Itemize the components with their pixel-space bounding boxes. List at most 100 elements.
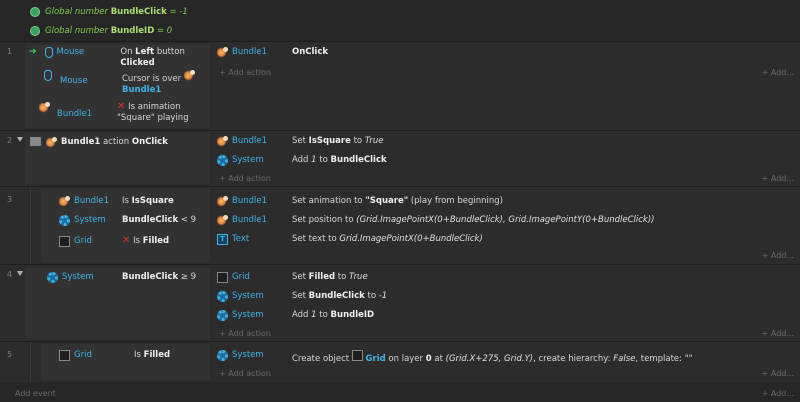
condition-row[interactable]: System BundleClick < 9	[59, 215, 196, 226]
sprite-icon	[39, 102, 50, 113]
event-5[interactable]: 5 Grid Is Filled System Create object Gr…	[0, 341, 800, 382]
condition-text: ✕ Is Filled	[122, 235, 170, 247]
action-row[interactable]: System Add 1 to BundleID	[217, 310, 374, 321]
condition-row[interactable]: Bundle1 ✕ Is animation "Square" playing	[39, 102, 189, 124]
nesting-line	[30, 342, 31, 382]
condition-text: On Left button Clicked	[120, 47, 185, 68]
condition-row[interactable]: Bundle1 Is IsSquare	[59, 196, 174, 207]
condition-row[interactable]: Grid Is Filled	[59, 350, 170, 361]
event-3-conditions[interactable]: Bundle1 Is IsSquare System BundleClick <…	[41, 189, 210, 262]
event-2-actions[interactable]: Bundle1 Set IsSquare to True System Add …	[211, 133, 800, 184]
add-action-link[interactable]: + Add action	[219, 329, 271, 338]
add-more-link[interactable]: + Add...	[762, 251, 794, 260]
text-object-icon: T	[217, 234, 228, 245]
event-3[interactable]: 3 Bundle1 Is IsSquare System BundleClick…	[0, 186, 800, 264]
grid-icon	[59, 236, 70, 247]
add-more-link[interactable]: + Add...	[762, 389, 794, 398]
global-var-label: Global number BundleClick = -1	[45, 7, 188, 17]
action-object: System	[232, 155, 264, 165]
condition-row[interactable]: ➜ Mouse On Left button Clicked	[29, 47, 210, 69]
action-object: Bundle1	[232, 136, 268, 146]
action-object: System	[232, 350, 264, 360]
add-more-link[interactable]: + Add...	[762, 174, 794, 183]
action-text: Set IsSquare to True	[292, 136, 384, 146]
sprite-icon	[183, 70, 195, 81]
action-row[interactable]: Bundle1 OnClick	[217, 47, 328, 58]
event-1-conditions[interactable]: ➜ Mouse On Left button Clicked Mouse Cur…	[25, 44, 210, 128]
condition-text: Cursor is over Bundle1	[122, 70, 195, 96]
gear-icon	[217, 291, 228, 302]
condition-text: BundleClick < 9	[122, 215, 197, 225]
event-5-conditions[interactable]: Grid Is Filled	[41, 344, 210, 380]
function-block-icon	[30, 137, 41, 146]
sprite-icon	[217, 215, 228, 226]
action-row[interactable]: Bundle1 Set IsSquare to True	[217, 136, 383, 147]
event-2[interactable]: 2 Bundle1 action OnClick Bundle1 Set IsS…	[0, 130, 800, 186]
add-more-link[interactable]: + Add...	[762, 68, 794, 77]
add-event-link[interactable]: Add event	[15, 389, 56, 398]
action-row[interactable]: T Text Set text to Grid.ImagePointX(0+Bu…	[217, 234, 483, 245]
add-action-link[interactable]: + Add action	[219, 369, 271, 378]
grid-icon	[351, 350, 363, 361]
nesting-line	[30, 187, 31, 264]
event-4-conditions[interactable]: System BundleClick ≥ 9	[25, 267, 210, 339]
gear-icon	[47, 272, 58, 283]
event-number: 3	[7, 195, 13, 204]
condition-text: Is IsSquare	[122, 196, 174, 206]
event-4-actions[interactable]: Grid Set Filled to True System Set Bundl…	[211, 267, 800, 339]
condition-object: Bundle1	[74, 196, 110, 206]
action-object: System	[232, 310, 264, 320]
grid-icon	[59, 350, 70, 361]
function-header[interactable]: Bundle1 action OnClick	[30, 137, 168, 148]
condition-text: BundleClick ≥ 9	[122, 272, 197, 282]
condition-object: System	[74, 215, 106, 225]
condition-row[interactable]: Mouse Cursor is over Bundle1	[44, 70, 195, 96]
sprite-icon	[59, 196, 70, 207]
action-row[interactable]: Grid Set Filled to True	[217, 272, 368, 283]
global-var-bundleid[interactable]: Global number BundleID = 0	[30, 26, 172, 36]
action-object: System	[232, 291, 264, 301]
action-text: Set text to Grid.ImagePointX(0+BundleCli…	[292, 234, 483, 244]
action-row[interactable]: System Create object Grid on layer 0 at …	[217, 350, 693, 365]
globe-icon	[30, 26, 40, 36]
global-var-bundleclick[interactable]: Global number BundleClick = -1	[30, 7, 188, 17]
collapse-arrow-icon[interactable]	[17, 271, 23, 276]
collapse-arrow-icon[interactable]	[17, 137, 23, 142]
action-row[interactable]: System Add 1 to BundleClick	[217, 155, 387, 166]
event-1[interactable]: 1 ➜ Mouse On Left button Clicked Mouse C…	[0, 41, 800, 130]
action-text: Create object Grid on layer 0 at (Grid.X…	[292, 350, 693, 365]
event-2-conditions[interactable]: Bundle1 action OnClick	[25, 133, 210, 184]
global-var-label: Global number BundleID = 0	[45, 26, 173, 36]
action-object: Bundle1	[232, 47, 268, 57]
gear-icon	[217, 155, 228, 166]
mouse-icon	[44, 47, 53, 58]
event-5-actions[interactable]: System Create object Grid on layer 0 at …	[211, 344, 800, 380]
event-3-actions[interactable]: Bundle1 Set animation to "Square" (play …	[211, 189, 800, 262]
action-row[interactable]: Bundle1 Set position to (Grid.ImagePoint…	[217, 215, 655, 226]
action-object: Grid	[232, 272, 250, 282]
action-row[interactable]: System Set BundleClick to -1	[217, 291, 387, 302]
add-action-link[interactable]: + Add action	[219, 68, 271, 77]
add-more-link[interactable]: + Add...	[762, 329, 794, 338]
event-4[interactable]: 4 System BundleClick ≥ 9 Grid Set Filled…	[0, 264, 800, 341]
function-label: Bundle1 action OnClick	[61, 137, 168, 147]
condition-row[interactable]: Grid ✕ Is Filled	[59, 236, 169, 247]
action-row[interactable]: Bundle1 Set animation to "Square" (play …	[217, 196, 503, 207]
sprite-icon	[217, 47, 228, 58]
action-text: Set position to (Grid.ImagePointX(0+Bund…	[292, 215, 655, 225]
condition-text: ✕ Is animation "Square" playing	[117, 101, 189, 124]
action-text: Set BundleClick to -1	[292, 291, 388, 301]
condition-row[interactable]: System BundleClick ≥ 9	[47, 272, 196, 283]
add-more-link[interactable]: + Add...	[762, 369, 794, 378]
gear-icon	[217, 350, 228, 361]
sprite-icon	[217, 196, 228, 207]
action-object: Bundle1	[232, 215, 268, 225]
action-text: Set Filled to True	[292, 272, 368, 282]
condition-object: Grid	[74, 236, 92, 246]
event-1-actions[interactable]: Bundle1 OnClick + Add action + Add...	[211, 44, 800, 128]
mouse-icon	[44, 70, 52, 81]
condition-text: Is Filled	[134, 350, 171, 360]
add-action-link[interactable]: + Add action	[219, 174, 271, 183]
gear-icon	[59, 215, 70, 226]
sprite-icon	[46, 137, 57, 148]
